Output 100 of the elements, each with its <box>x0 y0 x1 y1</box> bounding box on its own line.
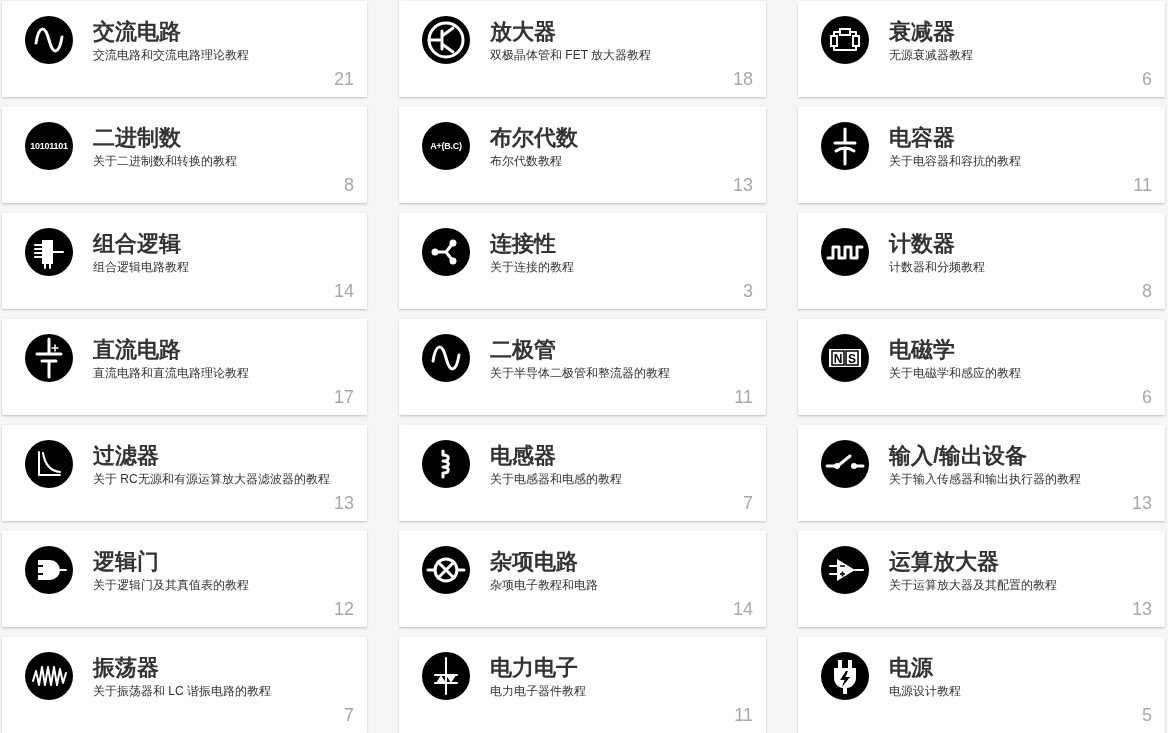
card-title: 连接性 <box>490 230 556 258</box>
category-card[interactable]: 电容器 关于电容器和容抗的教程 11 <box>798 107 1165 203</box>
category-card[interactable]: 电感器 关于电感器和电感的教程 7 <box>399 425 766 521</box>
card-description: 计数器和分频教程 <box>889 259 985 275</box>
tutorial-count: 7 <box>344 705 354 725</box>
card-title: 振荡器 <box>93 654 159 682</box>
tutorial-count: 8 <box>344 175 354 195</box>
card-title: 电容器 <box>889 124 955 152</box>
card-title: 逻辑门 <box>93 548 159 576</box>
tutorial-count: 6 <box>1142 69 1152 89</box>
tutorial-count: 13 <box>333 493 354 513</box>
card-description: 关于半导体二极管和整流器的教程 <box>490 365 670 381</box>
and-gate-icon <box>25 546 73 594</box>
tutorial-count: 17 <box>333 387 354 407</box>
category-card[interactable]: A+(B.C) 布尔代数 布尔代数教程 13 <box>399 107 766 203</box>
category-card[interactable]: 杂项电路 杂项电子教程和电路 14 <box>399 531 766 627</box>
card-title: 运算放大器 <box>889 548 999 576</box>
card-title: 交流电路 <box>93 18 181 46</box>
tutorial-count: 3 <box>743 281 753 301</box>
card-description: 关于二进制数和转换的教程 <box>93 153 237 169</box>
category-card[interactable]: 直流电路 直流电路和直流电路理论教程 17 <box>2 319 367 415</box>
card-title: 组合逻辑 <box>93 230 181 258</box>
tutorial-count: 13 <box>1131 493 1152 513</box>
tutorial-count: 12 <box>333 599 354 619</box>
square-wave-icon <box>821 228 869 276</box>
card-description: 关于 RC无源和有源运算放大器滤波器的教程 <box>93 471 330 487</box>
tutorial-count: 13 <box>1131 599 1152 619</box>
tutorial-count: 8 <box>1142 281 1152 301</box>
card-description: 无源衰减器教程 <box>889 47 973 63</box>
category-card[interactable]: 二极管 关于半导体二极管和整流器的教程 11 <box>399 319 766 415</box>
card-title: 电力电子 <box>490 654 578 682</box>
category-card[interactable]: 过滤器 关于 RC无源和有源运算放大器滤波器的教程 13 <box>2 425 367 521</box>
category-card[interactable]: 组合逻辑 组合逻辑电路教程 14 <box>2 213 367 309</box>
thyristor-icon <box>422 652 470 700</box>
card-title: 电源 <box>889 654 933 682</box>
tutorial-count: 13 <box>732 175 753 195</box>
resistor-network-icon <box>821 16 869 64</box>
card-title: 电磁学 <box>889 336 955 364</box>
sine-wave-icon <box>422 334 470 382</box>
card-description: 直流电路和直流电路理论教程 <box>93 365 249 381</box>
card-title: 电感器 <box>490 442 556 470</box>
sine-wave-icon <box>25 16 73 64</box>
card-description: 电源设计教程 <box>889 683 961 699</box>
tutorial-count: 7 <box>743 493 753 513</box>
tutorial-count: 11 <box>1133 175 1152 195</box>
capacitor-icon <box>821 122 869 170</box>
tutorial-count: 21 <box>333 69 354 89</box>
card-title: 输入/输出设备 <box>889 442 1028 470</box>
tutorial-count: 14 <box>732 599 753 619</box>
card-description: 关于输入传感器和输出执行器的教程 <box>889 471 1081 487</box>
category-card[interactable]: 逻辑门 关于逻辑门及其真值表的教程 12 <box>2 531 367 627</box>
category-card[interactable]: 计数器 计数器和分频教程 8 <box>798 213 1165 309</box>
category-card[interactable]: 振荡器 关于振荡器和 LC 谐振电路的教程 7 <box>2 637 367 733</box>
card-title: 二极管 <box>490 336 556 364</box>
tutorial-count: 18 <box>732 69 753 89</box>
boolean-expression-icon: A+(B.C) <box>422 122 470 170</box>
connected-nodes-icon <box>422 228 470 276</box>
plug-bolt-icon <box>821 652 869 700</box>
switch-icon <box>821 440 869 488</box>
card-description: 关于电容器和容抗的教程 <box>889 153 1021 169</box>
card-description: 关于逻辑门及其真值表的教程 <box>93 577 249 593</box>
tutorial-count: 11 <box>734 387 753 407</box>
card-description: 关于电感器和电感的教程 <box>490 471 622 487</box>
card-title: 过滤器 <box>93 442 159 470</box>
card-title: 直流电路 <box>93 336 181 364</box>
inductor-coil-icon <box>422 440 470 488</box>
card-description: 关于连接的教程 <box>490 259 574 275</box>
card-description: 关于电磁学和感应的教程 <box>889 365 1021 381</box>
filter-curve-icon <box>25 440 73 488</box>
zigzag-wave-icon <box>25 652 73 700</box>
category-card[interactable]: 运算放大器 关于运算放大器及其配置的教程 13 <box>798 531 1165 627</box>
lamp-symbol-icon <box>422 546 470 594</box>
magnet-icon: N S <box>821 334 869 382</box>
card-description: 双极晶体管和 FET 放大器教程 <box>490 47 652 63</box>
card-description: 关于振荡器和 LC 谐振电路的教程 <box>93 683 271 699</box>
card-description: 电力电子器件教程 <box>490 683 586 699</box>
battery-symbol-icon <box>25 334 73 382</box>
category-card[interactable]: 电力电子 电力电子器件教程 11 <box>399 637 766 733</box>
tutorial-count: 14 <box>333 281 354 301</box>
logic-chip-icon <box>25 228 73 276</box>
card-description: 组合逻辑电路教程 <box>93 259 189 275</box>
transistor-icon <box>422 16 470 64</box>
card-title: 杂项电路 <box>490 548 578 576</box>
card-title: 二进制数 <box>93 124 181 152</box>
card-description: 布尔代数教程 <box>490 153 562 169</box>
card-description: 杂项电子教程和电路 <box>490 577 598 593</box>
category-card[interactable]: 连接性 关于连接的教程 3 <box>399 213 766 309</box>
card-title: 放大器 <box>490 18 556 46</box>
tutorial-count: 5 <box>1142 705 1152 725</box>
category-card[interactable]: N S 电磁学 关于电磁学和感应的教程 6 <box>798 319 1165 415</box>
binary-digits-icon: 10101101 <box>25 122 73 170</box>
category-card[interactable]: 10101101 二进制数 关于二进制数和转换的教程 8 <box>2 107 367 203</box>
category-card[interactable]: 交流电路 交流电路和交流电路理论教程 21 <box>2 1 367 97</box>
card-title: 计数器 <box>889 230 955 258</box>
category-card[interactable]: 输入/输出设备 关于输入传感器和输出执行器的教程 13 <box>798 425 1165 521</box>
category-card[interactable]: 放大器 双极晶体管和 FET 放大器教程 18 <box>399 1 766 97</box>
card-description: 交流电路和交流电路理论教程 <box>93 47 249 63</box>
card-title: 衰减器 <box>889 18 955 46</box>
category-card[interactable]: 电源 电源设计教程 5 <box>798 637 1165 733</box>
category-card[interactable]: 衰减器 无源衰减器教程 6 <box>798 1 1165 97</box>
